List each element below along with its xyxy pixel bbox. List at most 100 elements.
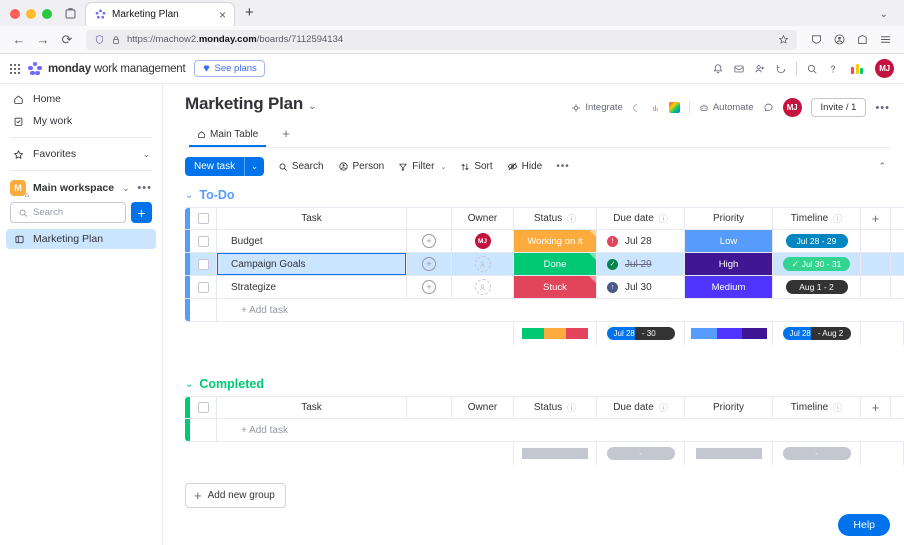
tab-main-table[interactable]: Main Table xyxy=(189,125,267,147)
board-more-icon[interactable]: ••• xyxy=(875,102,890,114)
select-all-cell[interactable] xyxy=(190,397,217,418)
status-badge[interactable]: Done xyxy=(514,253,596,275)
info-circle-icon[interactable]: ⓘ xyxy=(567,212,576,225)
dashboard-widget-icon[interactable] xyxy=(651,103,660,113)
timeline-pill[interactable]: Aug 1 - 2 xyxy=(785,280,848,294)
summary-timeline[interactable]: Jul 28 - Aug 2 xyxy=(773,322,861,345)
sidebar-item-marketing-plan[interactable]: Marketing Plan xyxy=(6,229,156,249)
search-input[interactable]: Search xyxy=(10,202,126,223)
cell-status[interactable]: Stuck xyxy=(514,276,597,298)
collapse-toolbar-chevron-icon[interactable]: ⌃ xyxy=(878,161,890,172)
table-row[interactable]: Campaign Goals + Done ✓ Jul 29 High ✓ Ju… xyxy=(185,253,904,276)
help-question-icon[interactable] xyxy=(827,63,839,75)
workspace-activity-icon[interactable] xyxy=(775,63,787,75)
minimize-window-button[interactable] xyxy=(26,9,36,19)
add-update-icon[interactable]: + xyxy=(422,234,436,248)
info-circle-icon[interactable]: ⓘ xyxy=(659,401,668,414)
status-badge[interactable]: Stuck xyxy=(514,276,596,298)
cell-due-date[interactable]: ✓ Jul 29 xyxy=(597,253,685,275)
cell-priority[interactable]: Low xyxy=(685,230,773,252)
toolbar-search-button[interactable]: Search xyxy=(278,161,324,172)
column-header-task[interactable]: Task xyxy=(217,208,407,229)
select-all-checkbox[interactable] xyxy=(197,213,209,224)
toolbar-person-button[interactable]: Person xyxy=(338,161,384,172)
board-owner-avatar[interactable]: MJ xyxy=(782,98,802,117)
app-grid-icon[interactable] xyxy=(10,63,20,74)
cell-owner[interactable]: MJ xyxy=(452,230,514,252)
colors-palette-icon[interactable] xyxy=(668,102,680,113)
sidebar-item-home[interactable]: Home xyxy=(0,88,162,110)
row-select-cell[interactable] xyxy=(190,276,217,298)
column-header-timeline[interactable]: Timeline ⓘ xyxy=(773,397,861,418)
priority-badge[interactable]: Low xyxy=(685,230,772,252)
window-traffic-lights[interactable] xyxy=(6,9,60,26)
chevron-down-icon[interactable]: ⌄ xyxy=(245,157,264,176)
automate-button[interactable]: Automate xyxy=(699,102,754,113)
cell-timeline[interactable]: Jul 28 - 29 xyxy=(773,230,861,252)
info-circle-icon[interactable]: ⓘ xyxy=(833,212,842,225)
cell-chat[interactable]: + xyxy=(407,230,452,252)
info-circle-icon[interactable]: ⓘ xyxy=(659,212,668,225)
column-header-priority[interactable]: Priority xyxy=(685,208,773,229)
cell-timeline[interactable]: ✓ Jul 30 - 31 xyxy=(773,253,861,275)
avatar-empty-icon[interactable] xyxy=(474,279,491,295)
timeline-pill[interactable]: Jul 28 - 29 xyxy=(785,234,848,248)
add-task-label[interactable]: + Add task xyxy=(217,299,407,321)
cell-due-date[interactable]: ! Jul 28 xyxy=(597,230,685,252)
info-circle-icon[interactable]: ⓘ xyxy=(833,401,842,414)
integrate-button[interactable]: Integrate xyxy=(571,102,623,113)
column-header-owner[interactable]: Owner xyxy=(452,208,514,229)
search-icon[interactable] xyxy=(806,63,818,75)
timeline-pill[interactable]: ✓ Jul 30 - 31 xyxy=(782,257,851,271)
apps-icon[interactable] xyxy=(632,103,642,113)
cell-priority[interactable]: Medium xyxy=(685,276,773,298)
monday-colors-icon[interactable] xyxy=(848,60,866,77)
chevron-down-icon[interactable]: ⌄ xyxy=(185,379,193,390)
inbox-icon[interactable] xyxy=(733,63,745,75)
reload-button[interactable]: ⟳ xyxy=(56,29,78,51)
close-tab-icon[interactable]: × xyxy=(219,9,226,21)
bookmark-star-icon[interactable] xyxy=(778,34,789,45)
cell-timeline[interactable]: Aug 1 - 2 xyxy=(773,276,861,298)
column-header-priority[interactable]: Priority xyxy=(685,397,773,418)
new-tab-button[interactable]: + xyxy=(235,4,264,26)
sidebar-item-favorites[interactable]: Favorites ⌄ xyxy=(0,143,162,165)
back-button[interactable]: ← xyxy=(8,29,30,51)
user-avatar[interactable]: MJ xyxy=(875,59,894,78)
invite-member-icon[interactable] xyxy=(754,63,766,75)
chevron-down-icon[interactable]: ⌄ xyxy=(185,190,193,201)
row-select-cell[interactable] xyxy=(190,253,217,275)
add-update-icon[interactable]: + xyxy=(422,280,436,294)
column-header-timeline[interactable]: Timeline ⓘ xyxy=(773,208,861,229)
column-header-due-date[interactable]: Due date ⓘ xyxy=(597,208,685,229)
cell-task[interactable]: Budget xyxy=(217,230,407,252)
toolbar-more-button[interactable]: ••• xyxy=(556,161,570,172)
select-all-cell[interactable] xyxy=(190,208,217,229)
extensions-icon[interactable] xyxy=(851,29,873,51)
cell-task[interactable]: Campaign Goals xyxy=(217,253,407,275)
menu-hamburger-icon[interactable] xyxy=(874,29,896,51)
summary-priority[interactable] xyxy=(685,442,773,465)
cell-due-date[interactable]: ↑ Jul 30 xyxy=(597,276,685,298)
row-checkbox[interactable] xyxy=(197,281,209,293)
group-title-completed[interactable]: ⌄ Completed xyxy=(185,373,904,396)
cell-priority[interactable]: High xyxy=(685,253,773,275)
chevron-down-icon[interactable]: ⌄ xyxy=(440,163,446,171)
add-update-icon[interactable]: + xyxy=(422,257,436,271)
invite-button[interactable]: Invite / 1 xyxy=(810,98,867,117)
column-header-due-date[interactable]: Due date ⓘ xyxy=(597,397,685,418)
add-task-row[interactable]: + Add task xyxy=(185,419,904,442)
see-plans-button[interactable]: See plans xyxy=(193,60,265,77)
select-all-checkbox[interactable] xyxy=(197,402,209,413)
chevron-down-icon[interactable]: ⌄ xyxy=(122,183,130,194)
add-column-button[interactable]: + xyxy=(861,208,891,229)
avatar[interactable]: MJ xyxy=(474,233,491,249)
add-column-button[interactable]: + xyxy=(861,397,891,418)
row-select-cell[interactable] xyxy=(190,230,217,252)
toolbar-filter-button[interactable]: Filter ⌄ xyxy=(398,161,446,172)
column-header-owner[interactable]: Owner xyxy=(452,397,514,418)
column-header-status[interactable]: Status ⓘ xyxy=(514,397,597,418)
info-circle-icon[interactable]: ⓘ xyxy=(567,401,576,414)
cell-chat[interactable]: + xyxy=(407,276,452,298)
cell-status[interactable]: Working on it xyxy=(514,230,597,252)
